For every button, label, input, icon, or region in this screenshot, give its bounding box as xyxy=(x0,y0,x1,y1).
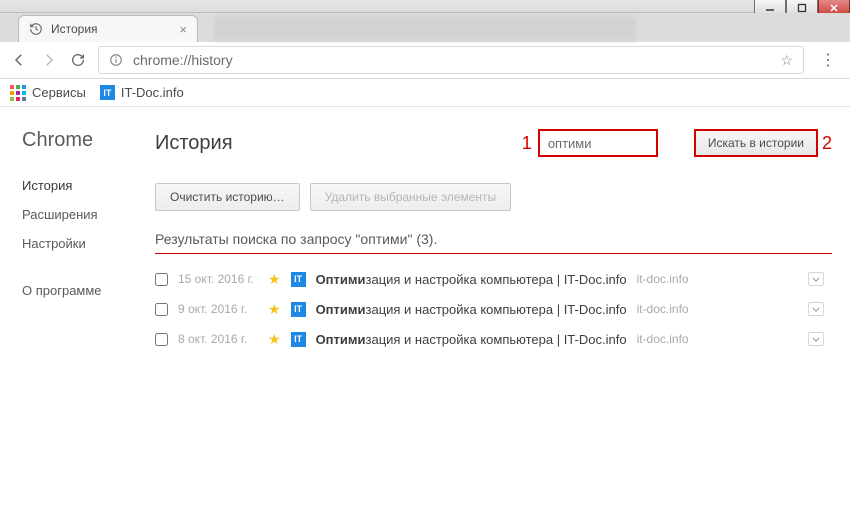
url-bar[interactable]: chrome://history ☆ xyxy=(98,46,804,74)
row-title[interactable]: Оптимизация и настройка компьютера | IT-… xyxy=(316,272,627,287)
sidebar-item-history[interactable]: История xyxy=(22,178,155,193)
bookmark-item-itdoc[interactable]: IT IT-Doc.info xyxy=(100,85,184,100)
row-menu-button[interactable] xyxy=(808,302,824,316)
browser-toolbar: chrome://history ☆ ⋮ xyxy=(0,42,850,79)
history-search-button[interactable]: Искать в истории xyxy=(694,129,818,157)
tab-strip: История × xyxy=(0,13,850,42)
results-heading: Результаты поиска по запросу "оптими" (3… xyxy=(155,231,832,254)
page-title: История xyxy=(155,132,233,155)
apps-shortcut[interactable]: Сервисы xyxy=(10,85,86,101)
row-checkbox[interactable] xyxy=(155,273,168,286)
annotation-2: 2 xyxy=(822,133,832,154)
tab-close-icon[interactable]: × xyxy=(179,22,187,37)
annotation-1: 1 xyxy=(522,133,532,154)
history-row[interactable]: 15 окт. 2016 г. ★ IT Оптимизация и настройк… xyxy=(155,264,832,294)
row-checkbox[interactable] xyxy=(155,333,168,346)
itdoc-favicon: IT xyxy=(291,302,306,317)
search-value: оптими xyxy=(548,136,592,151)
sidebar-item-settings[interactable]: Настройки xyxy=(22,236,155,251)
url-text: chrome://history xyxy=(133,52,233,68)
brand-title: Chrome xyxy=(22,129,155,152)
back-button[interactable] xyxy=(10,51,28,69)
row-domain: it-doc.info xyxy=(637,302,689,316)
sidebar-item-about[interactable]: О программе xyxy=(22,283,155,298)
row-date: 8 окт. 2016 г. xyxy=(178,332,258,346)
history-list: 15 окт. 2016 г. ★ IT Оптимизация и настройк… xyxy=(155,264,832,354)
bookmarks-bar: Сервисы IT IT-Doc.info xyxy=(0,79,850,107)
history-search-input[interactable]: оптими xyxy=(538,129,658,157)
row-menu-button[interactable] xyxy=(808,272,824,286)
itdoc-favicon: IT xyxy=(291,332,306,347)
forward-button[interactable] xyxy=(40,51,58,69)
reload-button[interactable] xyxy=(70,52,86,68)
row-domain: it-doc.info xyxy=(637,332,689,346)
sidebar-item-extensions[interactable]: Расширения xyxy=(22,207,155,222)
star-icon: ★ xyxy=(268,301,281,318)
star-icon: ★ xyxy=(268,331,281,348)
row-menu-button[interactable] xyxy=(808,332,824,346)
apps-label: Сервисы xyxy=(32,85,86,100)
itdoc-favicon: IT xyxy=(291,272,306,287)
tab-history[interactable]: История × xyxy=(18,15,198,42)
itdoc-favicon: IT xyxy=(100,85,115,100)
apps-icon xyxy=(10,85,26,101)
row-title[interactable]: Оптимизация и настройка компьютера | IT-… xyxy=(316,302,627,317)
info-icon xyxy=(109,53,123,67)
tab-title: История xyxy=(51,22,98,36)
clear-history-button[interactable]: Очистить историю… xyxy=(155,183,300,211)
sidebar: Chrome История Расширения Настройки О пр… xyxy=(0,107,155,506)
row-domain: it-doc.info xyxy=(637,272,689,286)
background-tab[interactable] xyxy=(215,17,635,41)
browser-menu-button[interactable]: ⋮ xyxy=(816,50,840,70)
window-titlebar xyxy=(0,0,850,13)
row-date: 15 окт. 2016 г. xyxy=(178,272,258,286)
history-row[interactable]: 8 окт. 2016 г. ★ IT Оптимизация и настройка… xyxy=(155,324,832,354)
bookmark-star-icon[interactable]: ☆ xyxy=(780,52,793,69)
history-row[interactable]: 9 окт. 2016 г. ★ IT Оптимизация и настройка… xyxy=(155,294,832,324)
row-date: 9 окт. 2016 г. xyxy=(178,302,258,316)
row-title[interactable]: Оптимизация и настройка компьютера | IT-… xyxy=(316,332,627,347)
bookmark-label: IT-Doc.info xyxy=(121,85,184,100)
history-icon xyxy=(29,22,43,36)
content-area: История 1 оптими Искать в истории 2 Очис… xyxy=(155,107,850,506)
star-icon: ★ xyxy=(268,271,281,288)
row-checkbox[interactable] xyxy=(155,303,168,316)
delete-selected-button: Удалить выбранные элементы xyxy=(310,183,511,211)
